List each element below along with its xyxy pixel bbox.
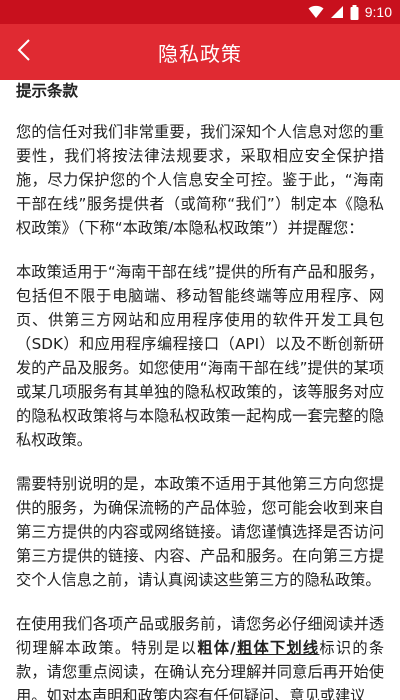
paragraph: 本政策适用于“海南干部在线”提供的所有产品和服务，包括但不限于电脑端、移动智能终… [16,263,384,449]
page-title: 隐私政策 [158,41,242,66]
back-button[interactable] [0,24,48,80]
section-heading: 提示条款 [16,82,79,100]
wifi-icon [308,5,324,19]
chevron-left-icon [17,38,31,66]
paragraph: 您的信任对我们非常重要，我们深知个人信息对您的重要性，我们将按法律法规要求，采取… [16,123,384,237]
signal-icon [330,5,344,19]
paragraph-with-emphasis: 在使用我们各项产品或服务前，请您务必仔细阅读并透彻理解本政策。特别是以粗体/粗体… [16,612,384,700]
privacy-content[interactable]: 提示条款 您的信任对我们非常重要，我们深知个人信息对您的重要性，我们将按法律法规… [0,80,400,700]
app-bar: 隐私政策 [0,24,400,80]
status-time: 9:10 [364,4,392,20]
bold-text: 粗体 [197,639,231,657]
battery-icon [350,4,359,20]
status-bar: 9:10 [0,0,400,24]
paragraph: 需要特别说明的是，本政策不适用于其他第三方向您提供的服务，为确保流畅的产品体验，… [16,475,384,589]
bold-underline-text: 粗体下划线 [235,639,320,657]
